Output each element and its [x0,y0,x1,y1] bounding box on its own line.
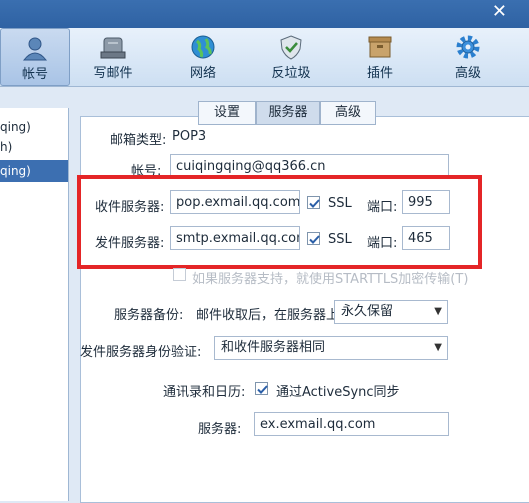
outgoing-port-label: 端口: [367,236,398,251]
contacts-calendar-label: 通讯录和日历: [163,385,246,400]
starttls-checkbox[interactable] [173,268,186,281]
smtp-auth-label: 发件服务器身份验证: [80,345,202,360]
smtp-auth-select[interactable]: 和收件服务器相同 ▼ [214,336,448,360]
plugin-icon [368,36,392,58]
toolbar-advanced-button[interactable]: 高级 [436,28,500,84]
account-list-item[interactable]: qing) [0,116,68,138]
incoming-ssl-label: SSL [328,196,352,211]
toolbar-advanced-label: 高级 [454,66,481,81]
starttls-label: 如果服务器支持，就使用STARTTLS加密传输(T) [192,272,469,287]
incoming-port-field[interactable]: 995 [402,190,450,214]
incoming-server-field[interactable]: pop.exmail.qq.com [170,190,300,214]
outgoing-server-field[interactable]: smtp.exmail.qq.com [170,226,300,250]
activesync-checkbox[interactable] [255,382,268,395]
user-icon [22,37,48,61]
toolbar-compose-button[interactable]: 写邮件 [80,28,146,84]
checkmark-icon [309,199,320,208]
toolbar-network-label: 网络 [189,66,216,81]
sync-server-field[interactable]: ex.exmail.qq.com [254,412,449,436]
server-backup-value: 永久保留 [341,304,394,319]
outgoing-ssl-checkbox[interactable] [307,232,320,245]
server-backup-label: 服务器备份: [114,308,184,323]
toolbar: 帐号 写邮件 网络 反垃圾 插件 高级 [0,28,529,87]
toolbar-antispam-button[interactable]: 反垃圾 [258,28,324,84]
sync-server-label: 服务器: [198,422,242,437]
tab-advanced[interactable]: 高级 [320,101,376,125]
toolbar-plugin-label: 插件 [366,66,393,81]
chevron-down-icon: ▼ [434,342,442,353]
outgoing-server-label: 发件服务器: [95,236,165,251]
mailbox-type-label: 邮箱类型: [110,133,167,148]
account-list: qing) h) qing) [0,108,69,501]
chevron-down-icon: ▼ [434,306,442,317]
incoming-port-label: 端口: [367,200,398,215]
gear-icon [456,35,480,59]
tab-server[interactable]: 服务器 [256,101,320,125]
mailbox-type-value: POP3 [172,129,207,144]
toolbar-account-label: 帐号 [21,67,48,82]
toolbar-plugin-button[interactable]: 插件 [348,28,412,84]
outgoing-port-field[interactable]: 465 [402,226,450,250]
account-list-item-selected[interactable]: qing) [0,160,68,182]
toolbar-account-button[interactable]: 帐号 [0,28,70,86]
globe-icon [191,35,215,59]
server-backup-description: 邮件收取后，在服务器上 [196,308,340,323]
checkmark-icon [257,385,268,394]
incoming-ssl-checkbox[interactable] [307,196,320,209]
tab-settings[interactable]: 设置 [198,101,256,125]
account-list-item[interactable]: h) [0,136,68,158]
toolbar-network-button[interactable]: 网络 [170,28,236,84]
compose-icon [100,37,126,59]
server-backup-select[interactable]: 永久保留 ▼ [334,300,448,324]
checkmark-icon [309,235,320,244]
smtp-auth-value: 和收件服务器相同 [221,340,326,355]
title-bar: ✕ [0,0,529,28]
shield-icon [280,35,302,60]
toolbar-compose-label: 写邮件 [93,66,133,81]
outgoing-ssl-label: SSL [328,232,352,247]
activesync-label: 通过ActiveSync同步 [276,385,400,400]
incoming-server-label: 收件服务器: [95,200,165,215]
toolbar-antispam-label: 反垃圾 [271,66,311,81]
close-icon[interactable]: ✕ [492,3,507,21]
